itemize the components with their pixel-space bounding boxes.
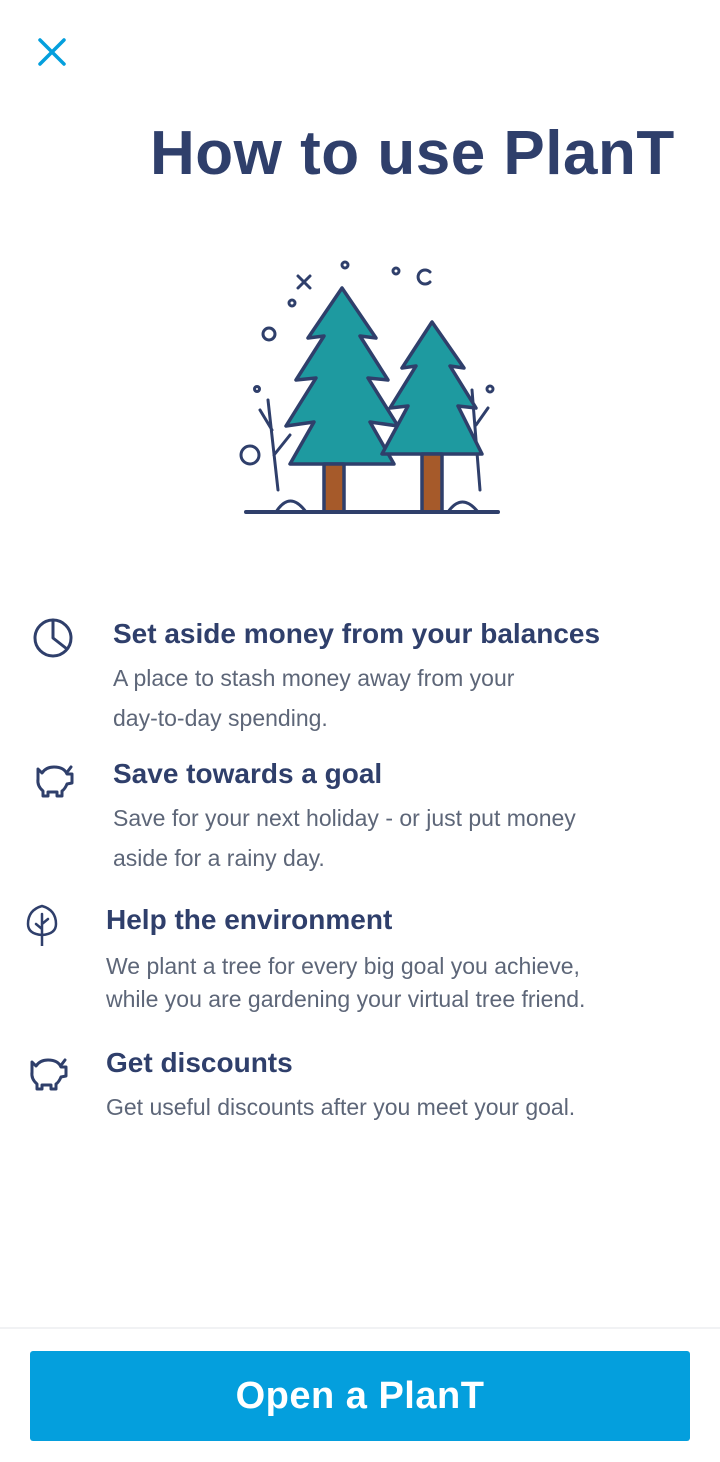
feature-title: Get discounts <box>106 1047 293 1078</box>
feature-desc-line: aside for a rainy day. <box>113 845 325 871</box>
feature-title: Help the environment <box>106 904 393 935</box>
feature-title: Save towards a goal <box>113 758 383 789</box>
pie-chart-icon <box>33 618 73 658</box>
piggy-bank-icon <box>36 765 74 798</box>
feature-desc-line: Get useful discounts after you meet your… <box>106 1094 576 1120</box>
close-button[interactable] <box>30 30 74 74</box>
feature-desc-line: day-to-day spending. <box>113 705 328 731</box>
feature-desc-line: Save for your next holiday - or just put… <box>113 805 576 831</box>
close-icon <box>38 38 66 66</box>
tree-icon <box>26 904 58 946</box>
open-plant-button[interactable]: Open a PlanT <box>30 1351 690 1441</box>
feature-title: Set aside money from your balances <box>113 618 601 649</box>
feature-desc-line: A place to stash money away from your <box>113 665 515 691</box>
feature-desc-line: We plant a tree for every big goal you a… <box>106 953 580 979</box>
pine-trees-illustration <box>230 250 510 530</box>
footer-divider <box>0 1327 720 1329</box>
piggy-bank-icon <box>30 1058 68 1091</box>
feature-desc-line: while you are gardening your virtual tre… <box>106 986 586 1012</box>
page-title: How to use PlanT <box>150 119 675 188</box>
